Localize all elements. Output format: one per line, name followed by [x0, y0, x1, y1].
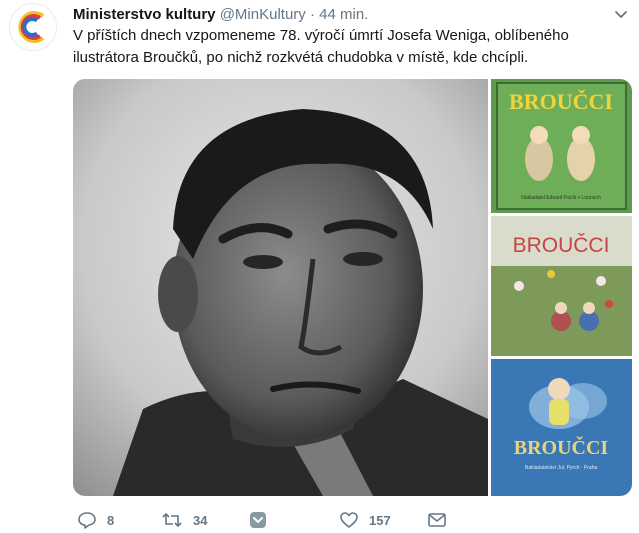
- book-cover-thumbnail-2[interactable]: BROUČCI: [491, 216, 632, 356]
- share-menu-button[interactable]: [249, 508, 267, 532]
- author-name[interactable]: Ministerstvo kultury: [73, 6, 216, 23]
- cover-title-2: BROUČCI: [513, 234, 610, 257]
- timestamp[interactable]: 44 min.: [319, 6, 368, 23]
- more-options-button[interactable]: [613, 6, 629, 22]
- tweet-text: V příštích dnech vzpomeneme 78. výročí ú…: [73, 27, 569, 66]
- chevron-down-icon: [615, 11, 627, 18]
- chevron-down-icon: [250, 512, 266, 528]
- like-count: 157: [369, 512, 391, 528]
- book-cover-image: BROUČCI: [491, 216, 632, 356]
- book-cover-thumbnail-1[interactable]: BROUČCI Nakladatel Eduard Pacík v Lounec…: [491, 79, 632, 213]
- portrait-photo[interactable]: [73, 79, 488, 496]
- like-button[interactable]: 157: [339, 508, 391, 532]
- book-cover-image: BROUČCI Nakladatelství Jul. Pyrch · Prah…: [491, 359, 632, 496]
- retweet-button[interactable]: 34: [161, 508, 207, 532]
- book-cover-thumbnail-3[interactable]: BROUČCI Nakladatelství Jul. Pyrch · Prah…: [491, 359, 632, 496]
- retweet-icon: [162, 512, 182, 528]
- avatar[interactable]: [9, 3, 57, 51]
- cover-caption-3: Nakladatelství Jul. Pyrch · Praha: [525, 465, 598, 471]
- cover-caption-1: Nakladatel Eduard Pacík v Lounech: [521, 195, 601, 201]
- tweet-header: Ministerstvo kultury @MinKultury · 44 mi…: [73, 5, 368, 25]
- separator-dot: ·: [309, 6, 315, 23]
- cover-title-3: BROUČCI: [514, 435, 609, 459]
- author-handle[interactable]: @MinKultury: [220, 6, 306, 23]
- heart-icon: [340, 512, 358, 528]
- cover-title-1: BROUČCI: [509, 89, 613, 114]
- reply-count: 8: [107, 512, 115, 528]
- reply-icon: [78, 512, 96, 529]
- direct-message-button[interactable]: [427, 508, 447, 532]
- reply-button[interactable]: 8: [77, 508, 114, 532]
- action-bar: 8 34 157: [73, 508, 633, 532]
- media-grid: BROUČCI Nakladatel Eduard Pacík v Lounec…: [73, 79, 632, 496]
- envelope-icon: [428, 513, 446, 527]
- retweet-count: 34: [193, 512, 208, 528]
- ministry-logo-icon: [10, 4, 56, 50]
- book-cover-image: BROUČCI Nakladatel Eduard Pacík v Lounec…: [491, 79, 632, 213]
